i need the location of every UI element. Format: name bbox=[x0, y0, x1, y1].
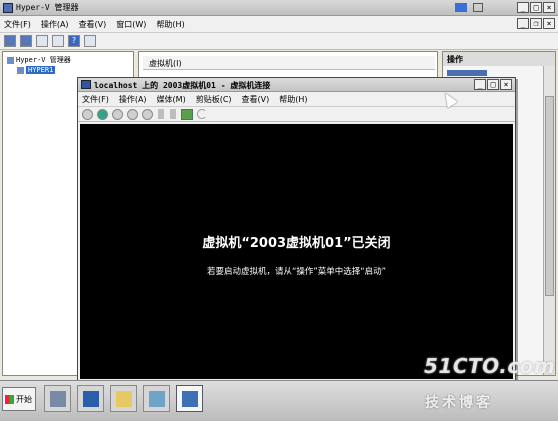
vm-connect-icon bbox=[182, 391, 198, 407]
shutdown-icon[interactable] bbox=[127, 108, 138, 120]
menu-bar: 文件(F) 操作(A) 查看(V) 窗口(W) 帮助(H) _ ❐ × bbox=[0, 16, 558, 32]
vm-toolbar bbox=[78, 106, 515, 122]
menu-window[interactable]: 窗口(W) bbox=[116, 19, 146, 30]
vm-window-controls: _ □ × bbox=[474, 79, 512, 90]
start-icon[interactable] bbox=[97, 108, 108, 120]
minimize-button[interactable]: _ bbox=[517, 2, 529, 13]
mdi-restore-button[interactable]: ❐ bbox=[530, 18, 542, 29]
server-icon bbox=[17, 66, 24, 74]
actions-scrollbar[interactable] bbox=[543, 66, 555, 375]
server-manager-button[interactable] bbox=[44, 385, 71, 412]
window-title: Hyper-V 管理器 bbox=[16, 3, 79, 12]
reset-icon[interactable] bbox=[170, 109, 176, 119]
vm-off-message: 虚拟机“2003虚拟机01”已关闭 bbox=[202, 236, 391, 251]
tree-root[interactable]: Hyper-V 管理器 bbox=[7, 55, 71, 65]
system-tray[interactable] bbox=[505, 387, 555, 415]
save-state-icon[interactable] bbox=[142, 108, 153, 120]
close-button[interactable]: × bbox=[543, 2, 555, 13]
revert-icon[interactable] bbox=[197, 109, 207, 119]
vm-connection-window: localhost 上的 2003虚拟机01 - 虚拟机连接 _ □ × 文件(… bbox=[77, 77, 516, 382]
vm-connect-taskbar-button[interactable] bbox=[176, 385, 203, 412]
watermark-site: 51CTO.com bbox=[424, 354, 556, 378]
start-label: 开始 bbox=[16, 394, 32, 404]
vm-menu-action[interactable]: 操作(A) bbox=[119, 94, 147, 105]
vm-display[interactable]: 虚拟机“2003虚拟机01”已关闭 若要启动虚拟机，请从“操作”菜单中选择“启动… bbox=[80, 124, 513, 379]
pause-icon[interactable] bbox=[158, 109, 164, 119]
scroll-thumb[interactable] bbox=[545, 96, 554, 296]
actions-header: 操作 bbox=[443, 52, 555, 66]
ctrl-alt-del-icon[interactable] bbox=[82, 108, 93, 120]
vm-minimize-button[interactable]: _ bbox=[474, 79, 486, 90]
help-icon[interactable]: ? bbox=[68, 35, 80, 47]
vm-close-button[interactable]: × bbox=[500, 79, 512, 90]
actions-item[interactable] bbox=[447, 70, 487, 76]
up-folder-icon[interactable] bbox=[36, 35, 48, 47]
back-icon[interactable] bbox=[4, 35, 16, 47]
title-bar: Hyper-V 管理器 _ □ × bbox=[0, 0, 558, 16]
powershell-button[interactable] bbox=[77, 385, 104, 412]
windows-flag-icon bbox=[5, 394, 14, 404]
forward-icon[interactable] bbox=[20, 35, 32, 47]
powershell-icon bbox=[83, 391, 99, 407]
menu-action[interactable]: 操作(A) bbox=[41, 19, 69, 30]
network-icon bbox=[149, 391, 165, 407]
vm-menu-help[interactable]: 帮助(H) bbox=[279, 94, 307, 105]
vm-menu-media[interactable]: 媒体(M) bbox=[157, 94, 186, 105]
vm-menu-clipboard[interactable]: 剪贴板(C) bbox=[196, 94, 232, 105]
tray-app-icon[interactable] bbox=[455, 3, 467, 12]
explorer-button[interactable] bbox=[110, 385, 137, 412]
show-hide-tree-icon[interactable] bbox=[52, 35, 64, 47]
mdi-minimize-button[interactable]: _ bbox=[517, 18, 529, 29]
watermark-tagline: 技术博客 bbox=[425, 395, 493, 411]
hyperv-icon bbox=[3, 3, 13, 13]
vm-maximize-button[interactable]: □ bbox=[487, 79, 499, 90]
server-manager-icon bbox=[50, 391, 66, 407]
window-controls: _ □ × bbox=[517, 2, 555, 13]
snapshot-icon[interactable] bbox=[181, 108, 193, 120]
help-icon[interactable] bbox=[473, 3, 483, 12]
menu-view[interactable]: 查看(V) bbox=[79, 19, 107, 30]
vm-start-hint: 若要启动虚拟机，请从“操作”菜单中选择“启动” bbox=[206, 267, 387, 277]
mdi-close-button[interactable]: × bbox=[543, 18, 555, 29]
properties-icon[interactable] bbox=[84, 35, 96, 47]
maximize-button[interactable]: □ bbox=[530, 2, 542, 13]
turn-off-icon[interactable] bbox=[112, 108, 123, 120]
vm-menu-file[interactable]: 文件(F) bbox=[82, 94, 109, 105]
menu-file[interactable]: 文件(F) bbox=[4, 19, 31, 30]
vm-menu-view[interactable]: 查看(V) bbox=[242, 94, 270, 105]
mdi-controls: _ ❐ × bbox=[517, 18, 555, 29]
start-button[interactable]: 开始 bbox=[2, 387, 36, 411]
menu-help[interactable]: 帮助(H) bbox=[156, 19, 184, 30]
network-button[interactable] bbox=[143, 385, 170, 412]
vm-window-title: localhost 上的 2003虚拟机01 - 虚拟机连接 bbox=[94, 81, 271, 90]
hyperv-icon bbox=[7, 56, 14, 64]
tree-server-node[interactable]: HYPER1 bbox=[17, 66, 56, 74]
vm-connect-icon bbox=[81, 80, 91, 89]
vm-list-header: 虚拟机(I) bbox=[143, 56, 435, 70]
toolbar: ? bbox=[0, 32, 558, 50]
folder-icon bbox=[116, 391, 132, 407]
